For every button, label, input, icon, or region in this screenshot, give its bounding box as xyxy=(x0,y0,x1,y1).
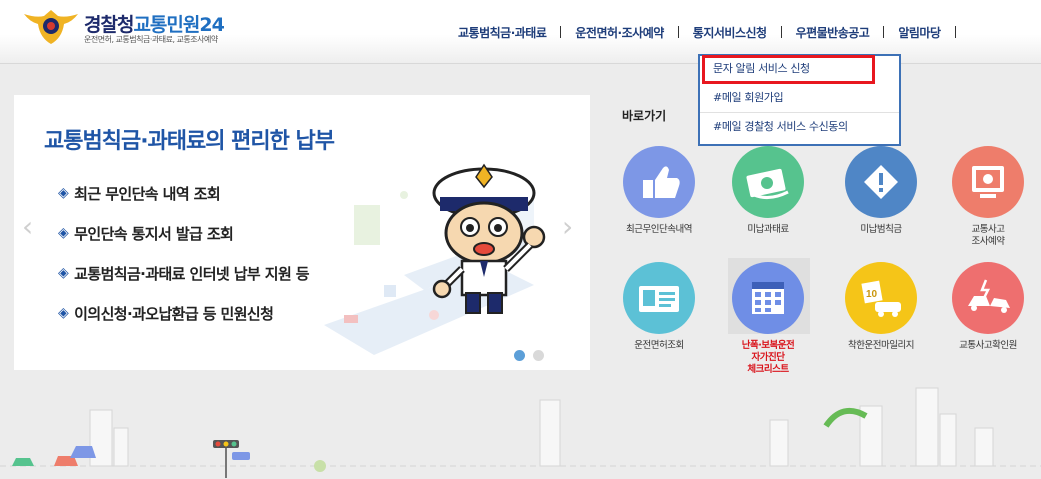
banner-feature-item: ◈ 이의신청·과오납환급 등 민원신청 xyxy=(58,293,309,333)
quick-item-circle: 10 xyxy=(845,262,917,334)
crash-icon xyxy=(968,279,1010,313)
quick-item-label: 운전면허조회 xyxy=(634,340,684,351)
banner-dot-2[interactable] xyxy=(533,350,544,361)
money-icon xyxy=(746,168,789,199)
banner-feature-item: ◈ 교통범칙금·과태료 인터넷 납부 지원 등 xyxy=(58,253,310,293)
logo-subtitle: 운전면허, 교통범칙금·과태료, 교통조사예약 xyxy=(84,35,218,44)
diamond-bullet-icon: ◈ xyxy=(58,225,69,241)
diamond-bullet-icon: ◈ xyxy=(58,185,69,201)
nav-item-license[interactable]: 운전면허·조사예약 xyxy=(575,24,664,41)
notification-dropdown-menu: 문자 알림 서비스 신청 #메일 회원가입 #메일 경찰청 서비스 수신동의 xyxy=(698,54,901,146)
nav-separator xyxy=(883,26,885,38)
banner-prev-arrow-icon[interactable]: ‹ xyxy=(22,210,33,243)
banner-feature-item: ◈ 무인단속 통지서 발급 조회 xyxy=(58,213,309,253)
quick-item-license-check[interactable]: 운전면허조회 xyxy=(609,262,709,382)
banner-feature-item: ◈ 최근 무인단속 내역 조회 xyxy=(58,173,309,213)
warning-icon xyxy=(864,165,898,199)
quick-item-recent-enforcement[interactable]: 최근무인단속내역 xyxy=(609,146,709,266)
quick-item-good-driving-mileage[interactable]: 10 착한운전마일리지 xyxy=(831,262,931,382)
nav-separator xyxy=(954,26,956,38)
quick-item-circle xyxy=(732,262,804,334)
main-banner: 교통범칙금·과태료의 편리한 납부 ◈ 최근 무인단속 내역 조회 ◈ 무인단속… xyxy=(14,95,590,370)
police-mascot-illustration xyxy=(432,163,546,314)
nav-separator xyxy=(780,26,782,38)
quick-item-label: 최근무인단속내역 xyxy=(626,224,692,235)
police-emblem-icon xyxy=(24,10,78,44)
logo-title-main: 경찰청 xyxy=(84,14,134,36)
logo-title-accent: 교통민원24 xyxy=(133,14,224,36)
quick-item-label: 교통사고확인원 xyxy=(959,340,1017,351)
quick-item-label: 난폭·보복운전 자가진단 체크리스트 xyxy=(741,340,795,375)
dropdown-item-sms-alert[interactable]: 문자 알림 서비스 신청 xyxy=(702,55,875,84)
nav-item-returned-mail[interactable]: 우편물반송공고 xyxy=(796,24,870,41)
id-card-icon xyxy=(639,286,679,312)
quick-item-label: 착한운전마일리지 xyxy=(848,340,914,351)
mileage-icon: 10 xyxy=(861,280,901,317)
banner-next-arrow-icon[interactable]: › xyxy=(562,210,573,243)
quick-menu-title: 바로가기 xyxy=(622,109,667,123)
quick-item-accident-certificate[interactable]: 교통사고확인원 xyxy=(938,262,1038,382)
quick-item-circle xyxy=(845,146,917,218)
quick-item-circle xyxy=(732,146,804,218)
banner-feature-list: ◈ 최근 무인단속 내역 조회 ◈ 무인단속 통지서 발급 조회 ◈ 교통범칙금… xyxy=(58,173,310,333)
nav-item-notice[interactable]: 알림마당 xyxy=(898,24,941,41)
nav-item-notification[interactable]: 통지서비스신청 xyxy=(693,24,767,41)
quick-item-unpaid-penalties[interactable]: 미납범칙금 xyxy=(831,146,931,266)
main-nav: 교통범칙금·과태료 운전면허·조사예약 통지서비스신청 우편물반송공고 알림마당 xyxy=(458,22,970,42)
quick-item-label: 미납범칙금 xyxy=(860,224,902,235)
diamond-bullet-icon: ◈ xyxy=(58,305,69,321)
banner-feature-text: 이의신청·과오납환급 등 민원신청 xyxy=(74,304,274,323)
banner-feature-text: 최근 무인단속 내역 조회 xyxy=(74,184,221,203)
quick-item-label: 미납과태료 xyxy=(747,224,789,235)
svg-text:10: 10 xyxy=(866,289,878,300)
quick-item-accident-reservation[interactable]: 교통사고 조사예약 xyxy=(938,146,1038,266)
monitor-icon xyxy=(972,166,1004,198)
site-logo[interactable]: 경찰청교통민원24 운전면허, 교통범칙금·과태료, 교통조사예약 xyxy=(22,8,262,48)
nav-separator xyxy=(560,26,562,38)
nav-item-fines[interactable]: 교통범칙금·과태료 xyxy=(458,24,547,41)
dropdown-item-email-signup[interactable]: #메일 회원가입 xyxy=(700,84,899,113)
quick-item-unpaid-fines[interactable]: 미납과태료 xyxy=(718,146,818,266)
cityscape-illustration xyxy=(0,387,1041,478)
thumbs-up-icon xyxy=(643,166,680,198)
banner-pagination xyxy=(514,350,544,361)
diamond-bullet-icon: ◈ xyxy=(58,265,69,281)
quick-item-circle xyxy=(952,262,1024,334)
banner-feature-text: 교통범칙금·과태료 인터넷 납부 지원 등 xyxy=(74,264,309,283)
quick-item-circle xyxy=(623,262,695,334)
quick-item-circle xyxy=(623,146,695,218)
dropdown-item-email-consent[interactable]: #메일 경찰청 서비스 수신동의 xyxy=(700,113,899,142)
nav-separator xyxy=(677,26,679,38)
quick-item-road-rage-checklist[interactable]: 난폭·보복운전 자가진단 체크리스트 xyxy=(718,258,818,382)
quick-item-label: 교통사고 조사예약 xyxy=(971,224,1005,247)
banner-feature-text: 무인단속 통지서 발급 조회 xyxy=(74,224,234,243)
quick-item-circle xyxy=(952,146,1024,218)
logo-title: 경찰청교통민원24 xyxy=(84,10,225,37)
banner-dot-1[interactable] xyxy=(514,350,525,361)
calendar-icon xyxy=(752,282,784,314)
banner-title: 교통범칙금·과태료의 편리한 납부 xyxy=(44,129,335,154)
